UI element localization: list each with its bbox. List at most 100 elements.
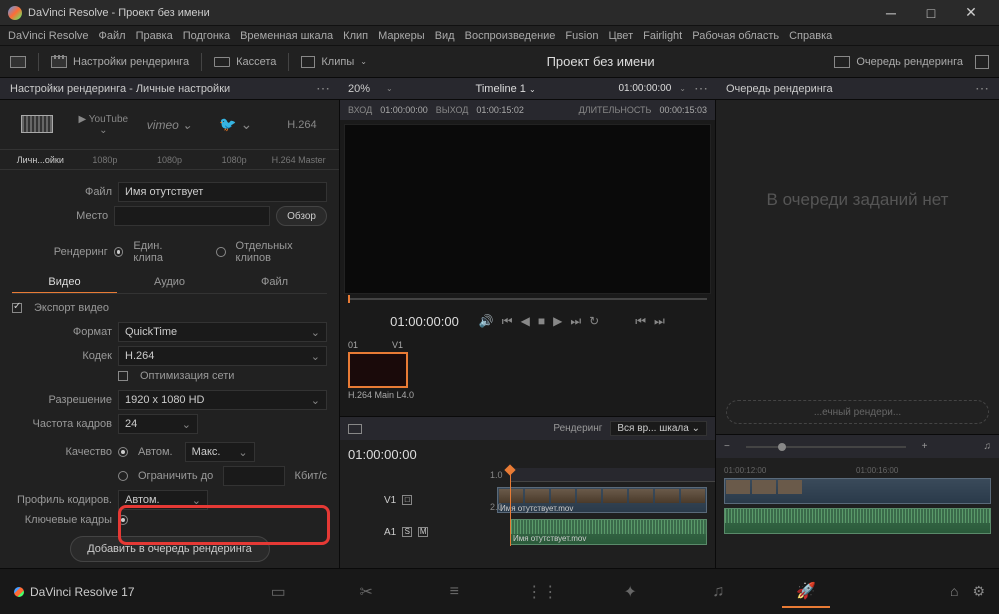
render-settings-panel: ▶ YouTube ⌄ vimeo ⌄ 🐦 ⌄ H.264 Личн...ойк… [0,100,340,568]
browse-button[interactable]: Обзор [276,206,327,226]
maximize-button[interactable]: □ [911,5,951,21]
page-cut[interactable]: ✂ [342,576,390,608]
track-v1-label: V1 [384,495,396,506]
page-fairlight[interactable]: ♫ [694,576,742,608]
zoom-out-icon[interactable]: − [724,441,730,452]
preset-vimeo[interactable]: vimeo ⌄ [140,118,198,132]
queue-empty-msg: В очереди заданий нет [716,100,999,300]
menu-item[interactable]: Правка [136,30,173,42]
timeline-name[interactable]: Timeline 1 ⌄ [401,83,611,95]
codec-select[interactable]: H.264 [118,346,327,366]
clips-dropdown[interactable]: Клипы⌄ [301,56,367,68]
tab-file[interactable]: Файл [222,272,327,293]
page-edit[interactable]: ≡ [430,576,478,608]
tape-button[interactable]: Кассета [214,56,276,68]
render-range-select[interactable]: Вся вр... шкала ⌄ [610,421,707,436]
menu-item[interactable]: Маркеры [378,30,425,42]
quality-max-select[interactable]: Макс. [185,442,255,462]
project-title: Проект без имени [379,54,822,69]
menu-item[interactable]: Fairlight [643,30,682,42]
bitrate-input[interactable] [223,466,284,486]
zoom-in-icon[interactable]: + [922,441,928,452]
timeline-tc[interactable]: 01:00:00:00 [618,83,671,94]
menu-item[interactable]: Справка [789,30,832,42]
menu-item[interactable]: Цвет [608,30,633,42]
menu-item[interactable]: Файл [99,30,126,42]
video-clip[interactable]: Имя отутствует.mov [497,487,707,513]
location-input[interactable] [114,206,270,226]
window-title: DaVinci Resolve - Проект без имени [28,7,871,19]
settings-icon[interactable]: ⚙ [972,583,985,600]
clip-thumbnail[interactable] [348,352,408,388]
render-settings-button[interactable]: Настройки рендеринга [51,56,189,68]
timeline-view-icon[interactable] [348,424,362,434]
first-frame-icon[interactable]: ⏮ [502,314,513,329]
next-edit-icon[interactable]: ⏭ [654,314,665,329]
fullscreen-toggle[interactable] [10,56,26,68]
file-label: Файл [12,186,112,198]
preset-label: 1080p [202,155,267,165]
expand-button[interactable] [975,55,989,69]
render-queue-button[interactable]: Очередь рендеринга [834,56,963,68]
format-select[interactable]: QuickTime [118,322,327,342]
music-icon[interactable]: ♫ [984,441,992,452]
audio-clip[interactable]: Имя отутствует.mov [510,519,707,545]
menu-item[interactable]: Воспроизведение [465,30,556,42]
stop-icon[interactable]: ■ [538,314,545,328]
menu-item[interactable]: Рабочая область [692,30,779,42]
video-viewer[interactable] [344,124,711,294]
menu-item[interactable]: Вид [435,30,455,42]
filename-input[interactable] [118,182,327,202]
preset-h264[interactable]: H.264 [273,119,331,131]
track-a1-mute[interactable]: M [418,527,428,537]
quality-limit-radio[interactable] [118,471,128,481]
page-fusion[interactable]: ⋮⋮ [518,576,566,608]
page-color[interactable]: ✦ [606,576,654,608]
resolution-select[interactable]: 1920 x 1080 HD [118,390,327,410]
menu-item[interactable]: DaVinci Resolve [8,30,89,42]
preset-custom[interactable] [8,115,66,135]
mute-icon[interactable]: 🔊 [479,314,494,328]
export-video-check[interactable] [12,303,22,313]
tab-audio[interactable]: Аудио [117,272,222,293]
netopt-check[interactable] [118,371,128,381]
play-icon[interactable]: ▶ [553,314,562,328]
prev-edit-icon[interactable]: ⏮ [635,314,646,329]
transport-tc: 01:00:00:00 [390,314,459,329]
preset-youtube[interactable]: ▶ YouTube ⌄ [74,114,132,136]
step-back-icon[interactable]: ◀ [521,314,530,328]
home-icon[interactable]: ⌂ [950,583,958,600]
track-v1-toggle[interactable]: □ [402,495,412,505]
single-clip-radio[interactable] [114,247,124,257]
zoom-pct[interactable]: 20% [348,83,370,95]
timeline-ruler[interactable] [510,468,715,482]
transport-controls: 01:00:00:00 🔊 ⏮ ◀ ■ ▶ ⏭ ↻ ⏮ ⏭ [340,306,715,336]
minimize-button[interactable]: ─ [871,5,911,21]
video-clip-tail[interactable] [724,478,991,504]
viewer-panel: ВХОД01:00:00:00 ВЫХОД01:00:15:02 ДЛИТЕЛЬ… [340,100,716,568]
step-fwd-icon[interactable]: ⏭ [570,314,581,329]
quality-auto-radio[interactable] [118,447,128,457]
framerate-select[interactable]: 24 [118,414,198,434]
menu-item[interactable]: Клип [343,30,368,42]
loop-icon[interactable]: ↻ [589,314,599,328]
page-media[interactable]: ▭ [254,576,302,608]
preset-twitter[interactable]: 🐦 ⌄ [207,116,265,133]
close-button[interactable]: ✕ [951,4,991,21]
audio-clip-tail[interactable] [724,508,991,534]
viewer-menu-icon[interactable]: ⋯ [694,80,708,97]
page-deliver[interactable]: 🚀 [782,576,830,608]
tab-video[interactable]: Видео [12,272,117,293]
menu-item[interactable]: Временная шкала [240,30,333,42]
add-to-queue-button[interactable]: Добавить в очередь рендеринга [70,536,270,562]
menu-item[interactable]: Подгонка [183,30,230,42]
keyframes-auto-radio[interactable] [118,515,128,525]
subheader: Настройки рендеринга - Личные настройки⋯… [0,78,999,100]
menu-item[interactable]: Fusion [565,30,598,42]
track-a1-solo[interactable]: S [402,527,412,537]
settings-menu-icon[interactable]: ⋯ [316,80,330,97]
multi-clip-radio[interactable] [216,247,226,257]
start-render-button[interactable]: ...ечный рендери... [726,400,989,424]
queue-menu-icon[interactable]: ⋯ [975,80,989,97]
profile-select[interactable]: Автом. [118,490,208,510]
